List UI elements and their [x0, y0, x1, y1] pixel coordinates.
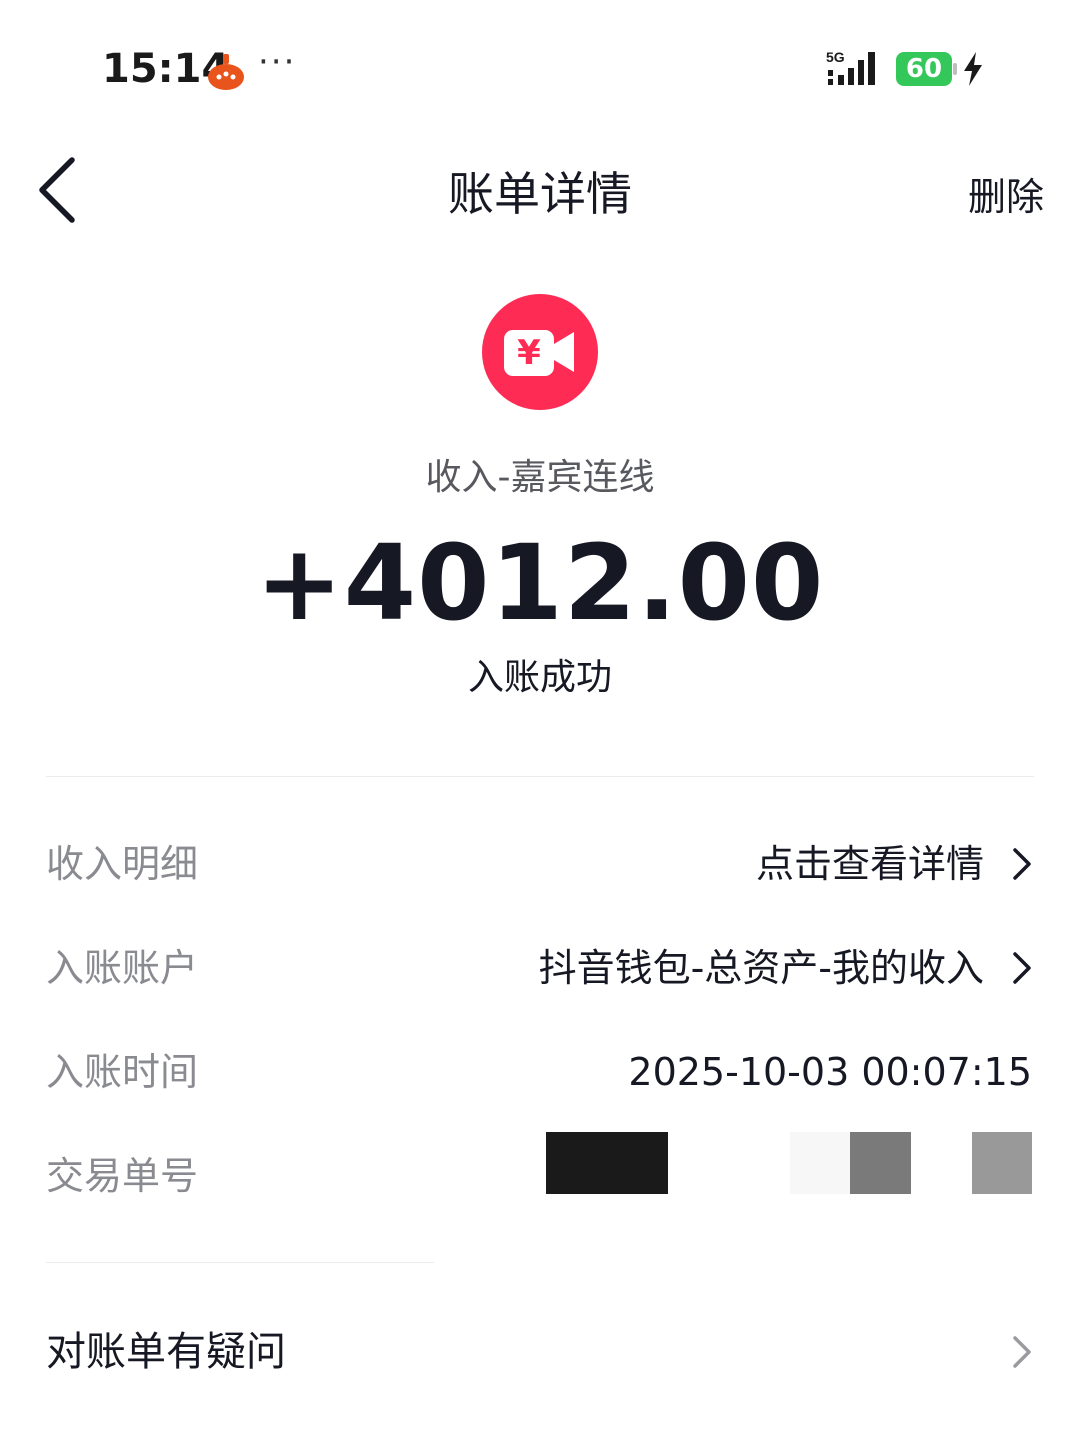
- status-badge: 入账成功: [467, 657, 612, 698]
- income-detail-link[interactable]: 点击查看详情: [756, 834, 984, 894]
- charging-icon: [964, 52, 982, 86]
- amount: +4012.00: [255, 522, 825, 644]
- more-icon: ···: [258, 42, 297, 82]
- chevron-right-icon: [1013, 952, 1031, 984]
- delete-button[interactable]: 删除: [968, 166, 1044, 221]
- bill-question-label: 对账单有疑问: [46, 1329, 286, 1375]
- battery-level: 60: [905, 54, 943, 84]
- time-value: 2025-10-03 00:07:15: [628, 1050, 1032, 1094]
- navigation-bar: 账单详情 删除: [0, 140, 1080, 240]
- income-detail-label: 收入明细: [46, 842, 199, 886]
- svg-text:¥: ¥: [517, 333, 541, 373]
- bill-detail-screen: 15:14 ··· 5G 60 账单详情 删除 ¥ 收入-嘉宾连线 +4012.…: [0, 0, 1080, 1439]
- video-yuan-icon: ¥: [482, 294, 598, 410]
- chevron-right-icon: [1013, 848, 1031, 880]
- divider: [46, 1262, 434, 1263]
- redaction-block: [850, 1132, 911, 1194]
- account-value[interactable]: 抖音钱包-总资产-我的收入: [539, 938, 984, 998]
- redaction-block: [790, 1132, 850, 1194]
- account-row[interactable]: 入账账户 抖音钱包-总资产-我的收入: [46, 938, 1034, 998]
- account-label: 入账账户: [46, 946, 199, 990]
- divider: [46, 776, 1034, 777]
- income-type: 收入-嘉宾连线: [425, 457, 655, 498]
- app-notification-icon: [208, 54, 244, 90]
- bill-question-row[interactable]: 对账单有疑问: [46, 1320, 1034, 1384]
- income-detail-row[interactable]: 收入明细 点击查看详情: [46, 834, 1034, 894]
- redaction-block: [972, 1132, 1032, 1194]
- signal-icon: 5G: [826, 49, 875, 85]
- page-title: 账单详情: [448, 167, 632, 221]
- time-label: 入账时间: [46, 1050, 199, 1094]
- chevron-right-icon: [1013, 1336, 1031, 1368]
- status-bar: 15:14 ··· 5G 60: [0, 0, 1080, 130]
- battery-icon: 60: [896, 52, 958, 86]
- time-row: 入账时间 2025-10-03 00:07:15: [46, 1042, 1034, 1102]
- order-number-label: 交易单号: [46, 1154, 199, 1198]
- redaction-block: [546, 1132, 668, 1194]
- network-type: 5G: [826, 49, 845, 65]
